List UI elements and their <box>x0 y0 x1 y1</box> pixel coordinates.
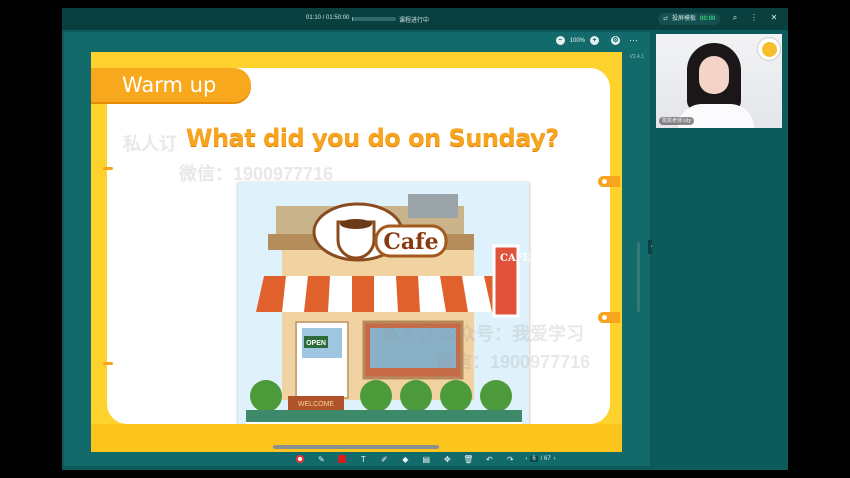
class-timer: 01:10 / 01:50:00 <box>306 15 350 21</box>
zoom-controls: − 100% + ⚙ ⋯ <box>555 35 638 46</box>
cafe-image: Cafe OPEN WELCOME <box>238 182 530 432</box>
zoom-in-icon[interactable]: + <box>590 36 599 45</box>
more-icon[interactable]: ⋯ <box>629 35 638 46</box>
drawing-toolbar: ✎ T ✐ ◆ ▤ ✥ 🗑 ↶ ↷ ‹ 6 / 67 › <box>62 448 788 470</box>
zoom-out-icon[interactable]: − <box>555 36 565 45</box>
delete-icon[interactable]: 🗑 <box>462 453 474 465</box>
screen-template-chip[interactable]: ⇄ 投屏模板 00:00 <box>658 13 721 25</box>
version-label: V2.4.1 <box>629 54 644 60</box>
teacher-face <box>699 56 729 94</box>
note-icon[interactable]: ▤ <box>420 453 432 465</box>
slide-tab-top[interactable] <box>598 176 620 187</box>
signal-indicator: 00:00 <box>700 16 716 22</box>
zoom-level: 100% <box>569 37 585 44</box>
slide-tab-bottom[interactable] <box>598 312 620 323</box>
current-page[interactable]: 6 <box>530 456 538 462</box>
redo-icon[interactable]: ↷ <box>504 453 516 465</box>
cafe-illustration: Cafe OPEN WELCOME <box>238 182 529 432</box>
total-pages: / 67 <box>540 456 551 462</box>
slide-dash-marker <box>103 167 113 170</box>
color-icon[interactable] <box>336 453 348 465</box>
courseware-stage: − 100% + ⚙ ⋯ V2.4.1 Warm up What did you… <box>64 32 650 466</box>
more-icon[interactable]: ⋮ <box>748 12 760 24</box>
next-page-icon[interactable]: › <box>554 456 556 462</box>
settings-icon[interactable]: ⚙ <box>611 36 620 45</box>
section-title: Warm up <box>91 68 251 102</box>
slide-question: What did you do on Sunday? <box>186 124 559 152</box>
close-icon[interactable]: ✕ <box>768 12 780 24</box>
undo-icon[interactable]: ↶ <box>483 453 495 465</box>
stage-scrollbar[interactable] <box>637 242 640 312</box>
cast-icon: ⇄ <box>663 16 669 22</box>
page-indicator: ‹ 6 / 67 › <box>525 456 556 462</box>
watermark: 私人订 公众号：我爱学习 <box>381 324 584 344</box>
chip-label: 投屏模板 <box>672 16 697 22</box>
slide: Warm up What did you do on Sunday? Cafe … <box>91 52 622 452</box>
watermark: 私人订 <box>123 134 177 154</box>
text-icon[interactable]: T <box>357 453 369 465</box>
watermark: 微信：1900977716 <box>436 352 591 372</box>
awning <box>256 276 502 312</box>
classroom-window: 01:10 / 01:50:00 课程进行中 ⇄ 投屏模板 00:00 ⌕ ⋮ … <box>62 8 788 470</box>
record-icon[interactable] <box>294 453 306 465</box>
teacher-video: 凯凯老师 Lily <box>656 34 782 128</box>
prev-page-icon[interactable]: ‹ <box>525 456 527 462</box>
class-progress-bar <box>352 17 396 21</box>
marker-icon[interactable]: ✐ <box>378 453 390 465</box>
top-bar: 01:10 / 01:50:00 课程进行中 ⇄ 投屏模板 00:00 ⌕ ⋮ … <box>62 8 788 30</box>
class-status: 课程进行中 <box>399 18 430 24</box>
open-sign: OPEN <box>306 340 326 347</box>
welcome-mat-text: WELCOME <box>298 401 335 408</box>
move-icon[interactable]: ✥ <box>441 453 453 465</box>
avatar-badge-icon <box>757 37 781 61</box>
watermark: 微信：1900977716 <box>179 164 334 184</box>
eraser-icon[interactable]: ◆ <box>399 453 411 465</box>
side-cafe-sign: CAFE <box>500 252 530 265</box>
pen-icon[interactable]: ✎ <box>315 453 327 465</box>
search-icon[interactable]: ⌕ <box>729 12 741 24</box>
stage-toolbar: − 100% + ⚙ ⋯ <box>64 32 650 49</box>
slide-dash-marker <box>103 362 113 365</box>
teacher-name: 凯凯老师 Lily <box>659 117 694 125</box>
cafe-sign-text: Cafe <box>383 229 438 255</box>
